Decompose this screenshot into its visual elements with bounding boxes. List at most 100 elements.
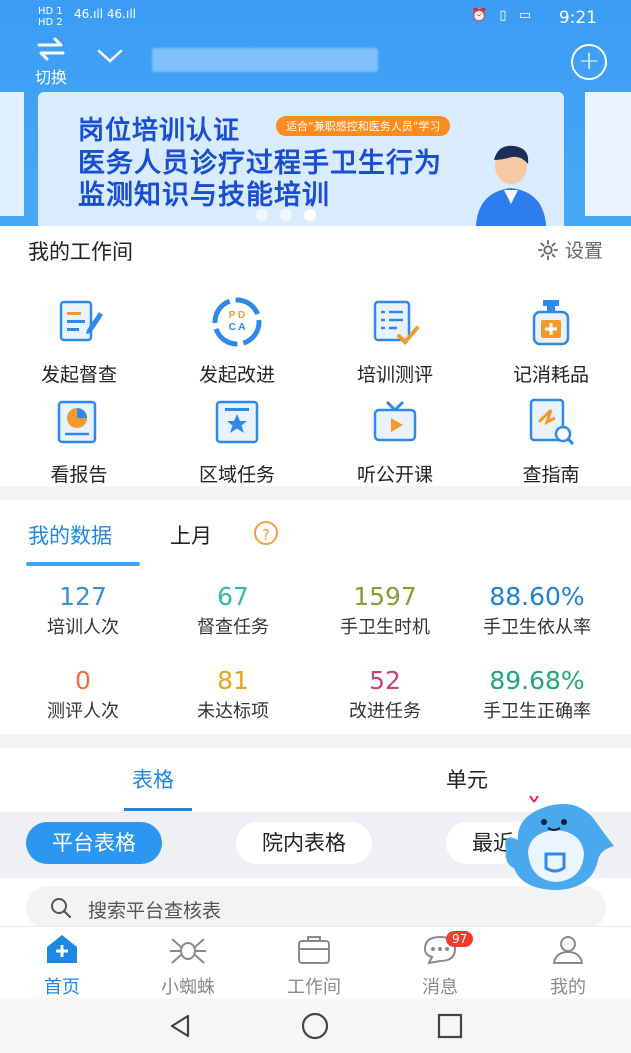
chevron-down-icon[interactable] [96,46,124,66]
promo-banner[interactable]: 岗位培训认证 适合“兼职感控和医务人员”学习 医务人员诊疗过程手卫生行为 监测知… [38,92,564,226]
switch-icon [37,37,65,61]
workbench-item-start-inspection[interactable]: 发起督查 [4,296,154,387]
gear-icon [537,239,559,261]
stat-label: 手卫生依从率 [483,617,591,638]
switch-label: 切换 [34,68,67,87]
stat-label: 手卫生正确率 [483,701,591,722]
chip-hospital-tables[interactable]: 院内表格 [236,822,372,864]
stat-training-count[interactable]: 127 培训人次 [4,582,162,639]
workbench-item-label: 发起督查 [40,364,117,386]
stat-value: 89.68% [489,666,585,695]
stat-inspection-tasks[interactable]: 67 督查任务 [154,582,312,639]
home-icon [47,935,77,963]
workbench-title: 我的工作间 [28,240,133,264]
status-icons: ⏰ ▯ ▭ [471,8,535,23]
banner-prev-slide-peek [0,92,24,216]
workbench-item-label: 看报告 [50,464,108,486]
stat-label: 改进任务 [349,701,421,722]
clipboard-edit-icon [59,300,103,342]
stat-label: 手卫生时机 [340,617,430,638]
checklist-icon [373,300,419,345]
stat-value: 1597 [353,582,417,611]
banner-next-slide-peek [585,92,631,216]
nav-label: 小蜘蛛 [161,977,215,998]
doctor-illustration-icon [476,145,546,226]
stat-label: 测评人次 [47,701,119,722]
sanitizer-bottle-icon [532,300,570,346]
bottom-navigation: 首页 小蜘蛛 工作间 97 消息 我的 [0,926,631,999]
settings-label: 设置 [564,240,603,262]
workbench-item-record-consumables[interactable]: 记消耗品 [476,296,626,387]
clock: 9:21 [558,8,597,28]
tv-play-icon [373,400,417,442]
sim1-label: HD 1 [38,6,63,17]
system-navigation-bar [0,998,631,1053]
nav-messages[interactable]: 97 消息 [390,931,490,999]
tab-units[interactable]: 单元 [446,764,488,794]
settings-button[interactable]: 设置 [537,236,603,263]
banner-tag: 适合“兼职感控和医务人员”学习 [276,116,451,136]
nav-label: 我的 [550,977,586,998]
chip-platform-tables[interactable]: 平台表格 [26,822,162,864]
organization-name-blurred[interactable] [152,48,378,72]
star-banner-icon [215,400,259,444]
nav-home[interactable]: 首页 [12,933,112,999]
workbench-item-view-report[interactable]: 看报告 [4,396,154,487]
mascot-assistant-icon[interactable] [500,792,616,898]
stat-value: 52 [369,666,401,695]
report-chart-icon [57,400,97,444]
sim2-label: HD 2 [38,17,63,28]
nav-label: 消息 [422,977,458,998]
workbench-item-label: 发起改进 [198,364,275,386]
tab-active-indicator [26,562,140,566]
banner-dot[interactable] [280,209,292,221]
nav-label: 首页 [44,977,80,998]
help-icon[interactable]: ? [254,521,278,545]
stat-label: 培训人次 [47,617,119,638]
nav-mine[interactable]: 我的 [518,933,618,999]
workbench-item-start-improvement[interactable]: P DC A 发起改进 [162,296,312,387]
back-icon[interactable] [166,1012,194,1040]
stat-improvement-tasks[interactable]: 52 改进任务 [306,666,464,723]
banner-subtitle: 医务人员诊疗过程手卫生行为 监测知识与技能培训 [78,148,442,212]
stat-evaluation-count[interactable]: 0 测评人次 [4,666,162,723]
my-data-card: 我的数据 上月 ? 127 培训人次 67 督查任务 1597 手卫生时机 88… [0,500,631,734]
spider-icon [170,938,206,964]
workbench-card: 我的工作间 设置 发起督查 P DC A 发起改进 培训测评 记消耗品 看报告 … [0,226,631,486]
switch-button[interactable]: 切换 [26,36,76,88]
banner-dot[interactable] [256,209,268,221]
stat-hand-hygiene-accuracy[interactable]: 89.68% 手卫生正确率 [458,666,616,723]
add-button[interactable]: + [571,44,607,80]
stat-value: 67 [217,582,249,611]
nav-label: 工作间 [287,977,341,998]
sim-indicator: HD 1 HD 2 [38,6,63,28]
banner-dot-active[interactable] [304,209,316,221]
status-bar: HD 1 HD 2 46.ıll 46.ıll ⏰ ▯ ▭ 9:21 [0,0,631,36]
toolbox-icon [298,936,330,964]
recent-apps-icon[interactable] [436,1012,464,1040]
workbench-item-label: 培训测评 [356,364,433,386]
user-icon [552,936,584,964]
workbench-item-guide[interactable]: 查指南 [476,396,626,487]
stat-value: 88.60% [489,582,585,611]
stat-hand-hygiene-compliance[interactable]: 88.60% 手卫生依从率 [458,582,616,639]
workbench-item-open-class[interactable]: 听公开课 [320,396,470,487]
tab-my-data[interactable]: 我的数据 [28,520,112,550]
workbench-item-regional-tasks[interactable]: 区域任务 [162,396,312,487]
nav-spider[interactable]: 小蜘蛛 [138,933,238,999]
stat-label: 督查任务 [197,617,269,638]
workbench-item-label: 区域任务 [198,464,275,486]
tab-tables[interactable]: 表格 [132,764,174,794]
banner-pagination [256,206,328,225]
guide-search-icon [529,398,575,446]
period-selector[interactable]: 上月 [170,520,212,550]
stat-unmet-items[interactable]: 81 未达标项 [154,666,312,723]
stat-hand-hygiene-opportunities[interactable]: 1597 手卫生时机 [306,582,464,639]
home-circle-icon[interactable] [300,1012,330,1040]
workbench-item-training-evaluation[interactable]: 培训测评 [320,296,470,387]
search-icon [51,898,72,919]
workbench-item-label: 记消耗品 [512,364,589,386]
nav-workbench[interactable]: 工作间 [264,933,364,999]
search-placeholder: 搜索平台查核表 [88,900,222,922]
banner-title: 岗位培训认证 [78,116,241,146]
